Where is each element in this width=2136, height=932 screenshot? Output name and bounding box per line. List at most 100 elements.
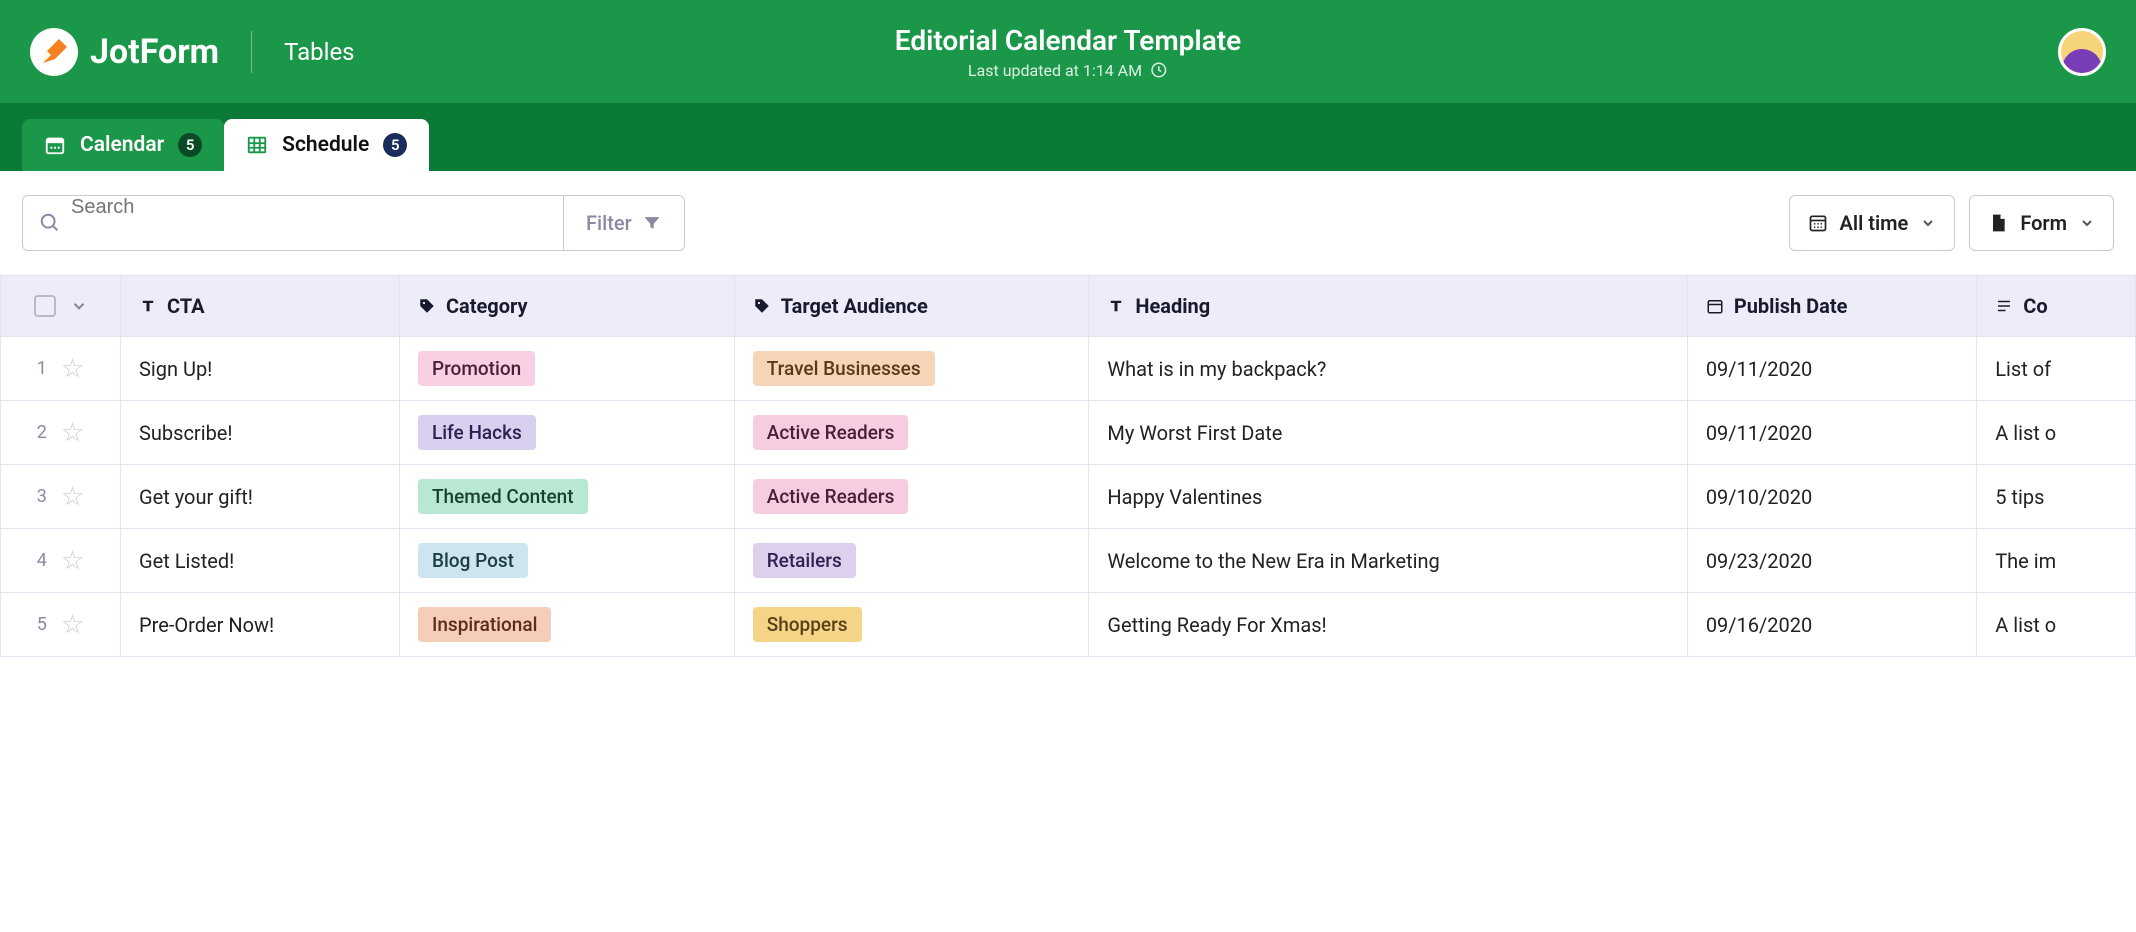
audience-tag[interactable]: Active Readers	[753, 415, 909, 450]
avatar[interactable]	[2058, 28, 2106, 76]
tab-badge: 5	[178, 133, 202, 157]
table-row[interactable]: 1 ☆ Sign Up! Promotion Travel Businesses…	[1, 337, 2136, 401]
calendar-grid-icon	[1808, 213, 1828, 233]
audience-cell[interactable]: Active Readers	[734, 401, 1089, 465]
cta-cell[interactable]: Sign Up!	[121, 337, 400, 401]
app-name[interactable]: Tables	[284, 38, 354, 66]
heading-cell[interactable]: My Worst First Date	[1089, 401, 1687, 465]
category-cell[interactable]: Inspirational	[399, 593, 734, 657]
table-row[interactable]: 4 ☆ Get Listed! Blog Post Retailers Welc…	[1, 529, 2136, 593]
last-updated-text: Last updated at 1:14 AM	[968, 61, 1142, 80]
chevron-down-icon[interactable]	[70, 297, 88, 315]
col-content[interactable]: Co	[1977, 276, 2136, 337]
data-table: CTA Category Target Audience Heading Pub…	[0, 275, 2136, 657]
audience-cell[interactable]: Shoppers	[734, 593, 1089, 657]
page-title[interactable]: Editorial Calendar Template	[895, 24, 1241, 57]
time-label: All time	[1840, 211, 1909, 235]
clock-icon	[1150, 61, 1168, 79]
category-cell[interactable]: Themed Content	[399, 465, 734, 529]
publish-cell[interactable]: 09/16/2020	[1687, 593, 1976, 657]
audience-tag[interactable]: Shoppers	[753, 607, 862, 642]
content-cell[interactable]: A list o	[1977, 401, 2136, 465]
content-cell[interactable]: List of	[1977, 337, 2136, 401]
category-cell[interactable]: Life Hacks	[399, 401, 734, 465]
table-row[interactable]: 2 ☆ Subscribe! Life Hacks Active Readers…	[1, 401, 2136, 465]
content-cell[interactable]: The im	[1977, 529, 2136, 593]
publish-cell[interactable]: 09/11/2020	[1687, 401, 1976, 465]
tag-icon	[753, 297, 771, 315]
category-cell[interactable]: Blog Post	[399, 529, 734, 593]
category-tag[interactable]: Blog Post	[418, 543, 528, 578]
last-updated: Last updated at 1:14 AM	[895, 61, 1241, 80]
content-cell[interactable]: A list o	[1977, 593, 2136, 657]
category-tag[interactable]: Themed Content	[418, 479, 588, 514]
chevron-down-icon	[1920, 215, 1936, 231]
audience-tag[interactable]: Travel Businesses	[753, 351, 935, 386]
tab-badge: 5	[383, 133, 407, 157]
form-label: Form	[2020, 211, 2067, 235]
star-icon[interactable]: ☆	[61, 354, 84, 384]
heading-cell[interactable]: Getting Ready For Xmas!	[1089, 593, 1687, 657]
heading-cell[interactable]: Happy Valentines	[1089, 465, 1687, 529]
row-number: 5	[37, 614, 47, 635]
col-label: Target Audience	[781, 294, 928, 318]
publish-cell[interactable]: 09/11/2020	[1687, 337, 1976, 401]
cta-cell[interactable]: Pre-Order Now!	[121, 593, 400, 657]
tab-schedule[interactable]: Schedule 5	[224, 119, 429, 171]
col-cta[interactable]: CTA	[121, 276, 400, 337]
col-category[interactable]: Category	[399, 276, 734, 337]
row-index-cell: 2 ☆	[1, 401, 121, 465]
toolbar: Filter All time Form	[0, 171, 2136, 275]
form-dropdown[interactable]: Form	[1969, 195, 2114, 251]
select-all-checkbox[interactable]	[34, 295, 56, 317]
star-icon[interactable]: ☆	[61, 546, 84, 576]
row-number: 3	[37, 486, 47, 507]
tab-label: Calendar	[80, 133, 164, 157]
app-header: JotForm Tables Editorial Calendar Templa…	[0, 0, 2136, 103]
paragraph-icon	[1995, 297, 2013, 315]
publish-cell[interactable]: 09/10/2020	[1687, 465, 1976, 529]
star-icon[interactable]: ☆	[61, 610, 84, 640]
search-icon	[39, 212, 61, 234]
cta-cell[interactable]: Subscribe!	[121, 401, 400, 465]
star-icon[interactable]: ☆	[61, 482, 84, 512]
tab-label: Schedule	[282, 133, 369, 157]
row-index-cell: 3 ☆	[1, 465, 121, 529]
col-label: Category	[446, 294, 528, 318]
brand-name: JotForm	[90, 32, 219, 72]
document-icon	[1988, 213, 2008, 233]
col-publish[interactable]: Publish Date	[1687, 276, 1976, 337]
col-label: Publish Date	[1734, 294, 1848, 318]
row-index-cell: 4 ☆	[1, 529, 121, 593]
publish-cell[interactable]: 09/23/2020	[1687, 529, 1976, 593]
category-cell[interactable]: Promotion	[399, 337, 734, 401]
col-audience[interactable]: Target Audience	[734, 276, 1089, 337]
filter-label: Filter	[586, 211, 632, 235]
tab-bar: Calendar 5 Schedule 5	[0, 103, 2136, 171]
star-icon[interactable]: ☆	[61, 418, 84, 448]
filter-button[interactable]: Filter	[563, 196, 684, 250]
table-row[interactable]: 5 ☆ Pre-Order Now! Inspirational Shopper…	[1, 593, 2136, 657]
audience-cell[interactable]: Travel Businesses	[734, 337, 1089, 401]
table-row[interactable]: 3 ☆ Get your gift! Themed Content Active…	[1, 465, 2136, 529]
row-number: 1	[37, 358, 47, 379]
heading-cell[interactable]: What is in my backpack?	[1089, 337, 1687, 401]
logo-area[interactable]: JotForm Tables	[30, 28, 355, 76]
category-tag[interactable]: Promotion	[418, 351, 535, 386]
audience-cell[interactable]: Retailers	[734, 529, 1089, 593]
category-tag[interactable]: Life Hacks	[418, 415, 536, 450]
cta-cell[interactable]: Get your gift!	[121, 465, 400, 529]
tab-calendar[interactable]: Calendar 5	[22, 119, 224, 171]
heading-cell[interactable]: Welcome to the New Era in Marketing	[1089, 529, 1687, 593]
category-tag[interactable]: Inspirational	[418, 607, 552, 642]
audience-tag[interactable]: Retailers	[753, 543, 856, 578]
search-wrap: Filter	[22, 195, 685, 251]
cta-cell[interactable]: Get Listed!	[121, 529, 400, 593]
content-cell[interactable]: 5 tips	[1977, 465, 2136, 529]
audience-tag[interactable]: Active Readers	[753, 479, 909, 514]
table-container: CTA Category Target Audience Heading Pub…	[0, 275, 2136, 657]
search-input[interactable]	[23, 196, 563, 219]
audience-cell[interactable]: Active Readers	[734, 465, 1089, 529]
col-heading[interactable]: Heading	[1089, 276, 1687, 337]
time-filter-dropdown[interactable]: All time	[1789, 195, 1956, 251]
